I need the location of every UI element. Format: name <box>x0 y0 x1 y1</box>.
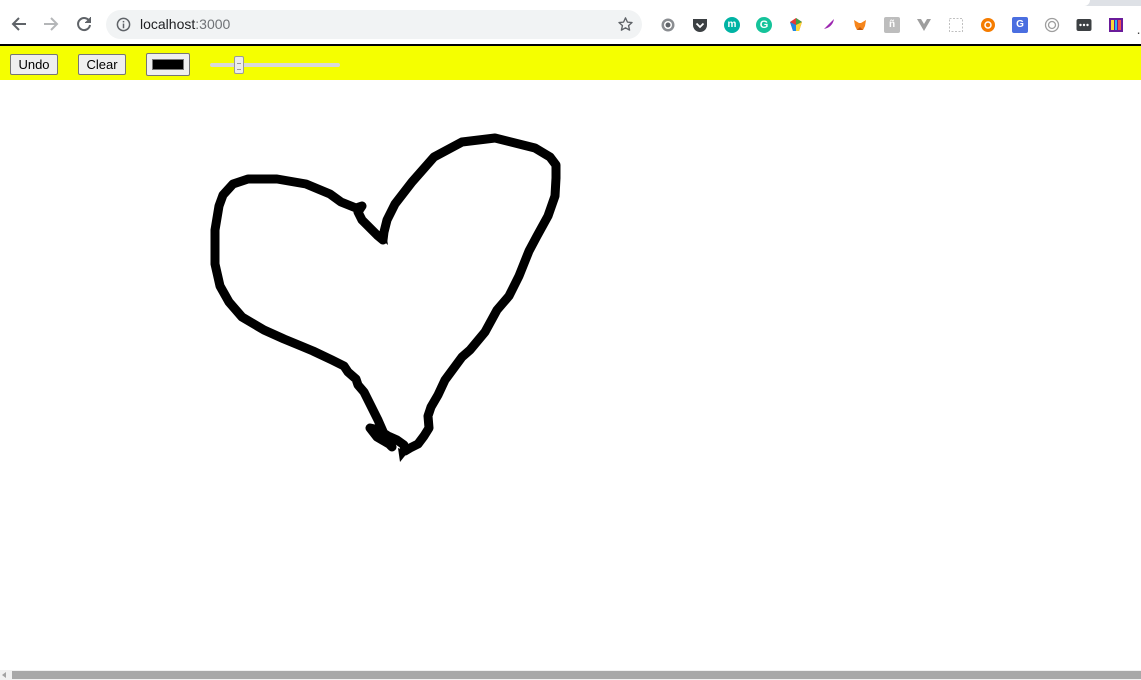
m-extension-icon[interactable]: m <box>724 17 740 33</box>
undo-button[interactable]: Undo <box>10 54 58 75</box>
back-icon <box>11 17 26 31</box>
pocket-extension-icon[interactable] <box>692 17 708 33</box>
metamask-extension-icon[interactable] <box>852 17 868 33</box>
color-wheel-extension-icon[interactable] <box>788 17 804 33</box>
slider-track <box>210 63 340 67</box>
clear-button[interactable]: Clear <box>78 54 126 75</box>
site-info-icon[interactable] <box>116 17 131 32</box>
google-translate-glyph: G <box>1016 19 1024 30</box>
translate-n-glyph: ñ <box>888 19 896 30</box>
horizontal-scrollbar[interactable] <box>0 670 1141 680</box>
url-host: localhost <box>140 16 196 32</box>
reload-button[interactable] <box>70 10 98 38</box>
scroll-left-arrow-icon[interactable] <box>2 672 6 678</box>
url-port: :3000 <box>195 16 231 32</box>
address-bar[interactable]: localhost:3000 <box>106 10 642 39</box>
brush-size-slider[interactable] <box>210 55 340 75</box>
forward-button[interactable] <box>37 10 65 38</box>
google-translate-extension-icon[interactable]: G <box>1012 17 1028 33</box>
bookmark-star-icon[interactable] <box>617 16 634 33</box>
settings-gear-extension-icon[interactable] <box>660 17 676 33</box>
more-extensions-icon[interactable]: … <box>1136 22 1141 36</box>
heart-drawing <box>210 133 561 462</box>
target-extension-icon[interactable] <box>1044 17 1060 33</box>
translate-n-extension-icon[interactable]: ñ <box>884 17 900 33</box>
m-extension-glyph: m <box>727 19 737 30</box>
slider-thumb[interactable] <box>234 56 244 74</box>
colorful-bars-extension-icon[interactable] <box>1108 17 1124 33</box>
brush-stroke <box>210 133 561 456</box>
url-text: localhost:3000 <box>140 16 230 33</box>
forward-icon <box>44 17 59 31</box>
drawing-canvas[interactable] <box>0 80 1141 670</box>
scrollbar-thumb[interactable] <box>12 671 1141 679</box>
reload-icon <box>77 17 91 32</box>
brush-color-picker[interactable] <box>146 53 190 76</box>
dashed-box-extension-icon[interactable] <box>948 17 964 33</box>
brush-color-fill <box>152 59 184 70</box>
back-button[interactable] <box>5 10 33 38</box>
feather-extension-icon[interactable] <box>820 17 836 33</box>
browser-toolbar: localhost:3000 m G ñ G … <box>0 6 1141 44</box>
drawing-toolbar: Undo Clear <box>0 44 1141 82</box>
vue-devtools-extension-icon[interactable] <box>916 17 932 33</box>
grammarly-extension-icon[interactable]: G <box>756 17 772 33</box>
dots-extension-icon[interactable] <box>1076 17 1092 33</box>
orange-circle-extension-icon[interactable] <box>980 17 996 33</box>
grammarly-glyph: G <box>759 19 769 31</box>
